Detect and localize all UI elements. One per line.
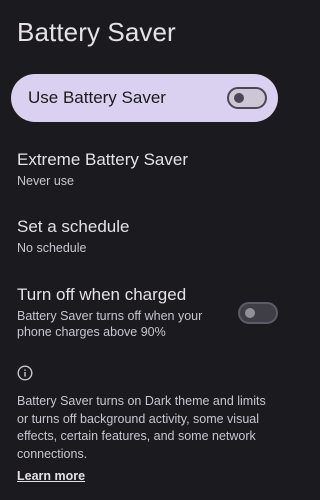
- turn-off-when-charged-summary-line2: phone charges above 90%: [17, 325, 166, 339]
- description-line: or turns off background activity, some v…: [17, 411, 260, 426]
- turn-off-when-charged-title: Turn off when charged: [17, 285, 187, 304]
- extreme-battery-saver-summary: Never use: [17, 174, 74, 188]
- use-battery-saver-label: Use Battery Saver: [28, 88, 166, 107]
- battery-saver-description: Battery Saver turns on Dark theme and li…: [17, 393, 279, 463]
- use-battery-saver-switch-bar[interactable]: Use Battery Saver: [11, 74, 278, 122]
- description-line: effects, certain features, and some netw…: [17, 429, 256, 443]
- battery-saver-screen: Battery Saver Use Battery Saver Extreme …: [0, 0, 289, 500]
- set-a-schedule-summary: No schedule: [17, 241, 87, 255]
- toggle-knob: [234, 93, 244, 103]
- extreme-battery-saver-item[interactable]: Extreme Battery Saver Never use: [0, 146, 289, 194]
- description-line: connections.: [17, 446, 88, 461]
- set-a-schedule-title: Set a schedule: [17, 217, 130, 236]
- turn-off-when-charged-toggle[interactable]: [238, 302, 278, 324]
- info-icon: [17, 365, 33, 381]
- toggle-knob: [245, 308, 255, 318]
- extreme-battery-saver-title: Extreme Battery Saver: [17, 150, 189, 169]
- use-battery-saver-toggle[interactable]: [227, 87, 267, 109]
- learn-more-link[interactable]: Learn more: [17, 468, 85, 485]
- set-a-schedule-item[interactable]: Set a schedule No schedule: [0, 213, 289, 261]
- turn-off-when-charged-summary-line1: Battery Saver turns off when your: [17, 309, 203, 323]
- page-title: Battery Saver: [17, 17, 176, 47]
- description-line: Battery Saver turns on Dark theme and li…: [17, 394, 266, 408]
